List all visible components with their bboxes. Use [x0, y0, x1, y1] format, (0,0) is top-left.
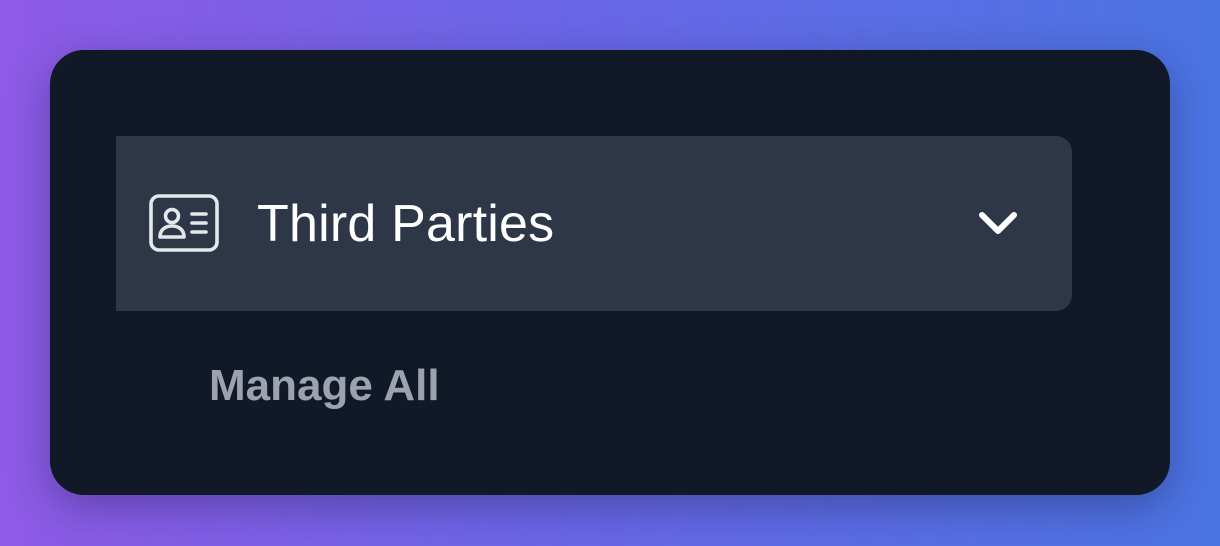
- sidebar-subitem-manage-all[interactable]: Manage All: [209, 361, 440, 411]
- sidebar-panel: Third Parties Manage All: [50, 50, 1170, 495]
- id-card-icon: [149, 194, 219, 252]
- chevron-down-icon[interactable]: [976, 207, 1020, 239]
- sidebar-item-third-parties[interactable]: Third Parties: [116, 136, 1072, 311]
- sidebar-item-label: Third Parties: [257, 194, 555, 253]
